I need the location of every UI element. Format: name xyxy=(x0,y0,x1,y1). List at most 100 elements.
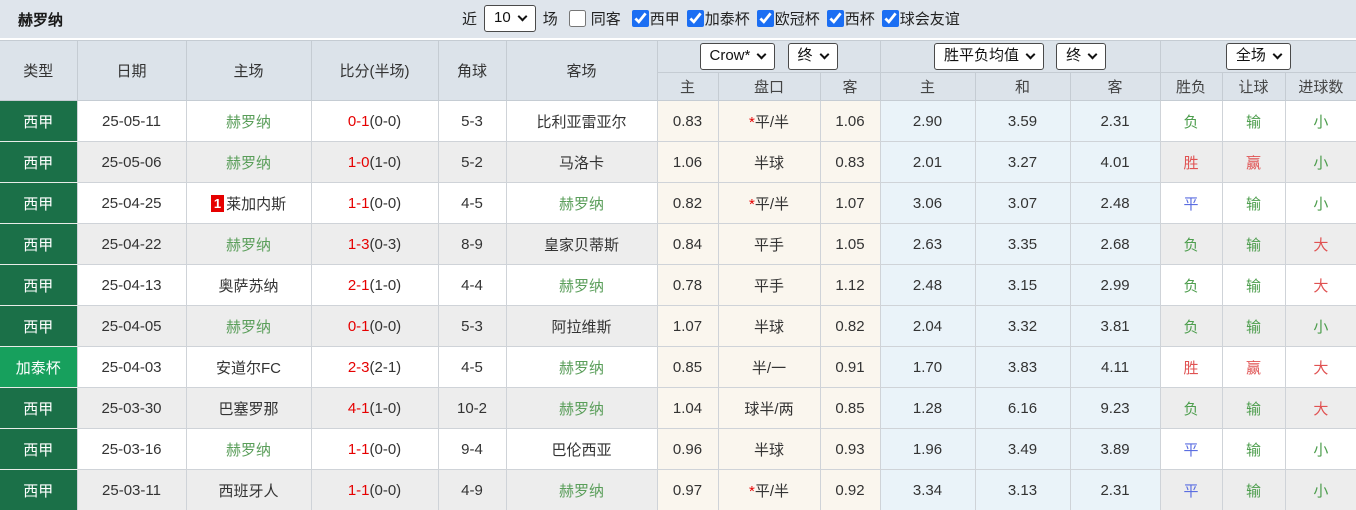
filter-checkbox-copa[interactable] xyxy=(826,9,844,27)
odds-home-cell: 0.85 xyxy=(656,346,719,388)
filter-checkbox-ucl[interactable] xyxy=(756,9,774,27)
handicap-cell: *平/半 xyxy=(717,182,821,224)
corner-cell: 8-9 xyxy=(437,223,507,265)
date-cell: 25-04-25 xyxy=(76,182,187,224)
handicap-text: 球半/两 xyxy=(744,400,794,418)
same-venue-checkbox[interactable] xyxy=(568,9,586,27)
corner-cell: 4-4 xyxy=(437,264,507,306)
goals-cell: 小 xyxy=(1284,428,1356,470)
away-team-cell: 赫罗纳 xyxy=(505,182,658,224)
filter-controls: 近 10 场 同客 西甲 加泰杯 欧冠杯 西杯 球会友谊 xyxy=(458,0,960,36)
handicap-text: 平手 xyxy=(753,277,784,295)
odds-away-cell: 1.06 xyxy=(819,100,881,142)
away-team-cell: 皇家贝蒂斯 xyxy=(505,223,658,265)
avg-draw-cell: 3.49 xyxy=(974,428,1071,470)
halftime-score: (0-0) xyxy=(369,440,402,458)
away-team-link[interactable]: 马洛卡 xyxy=(559,155,604,172)
away-team-link[interactable]: 比利亚雷亚尔 xyxy=(536,114,626,131)
handicap-cell: 半/一 xyxy=(717,346,821,388)
home-team-link[interactable]: 赫罗纳 xyxy=(226,237,271,254)
date-cell: 25-03-11 xyxy=(76,469,187,510)
page-title: 赫罗纳 xyxy=(18,11,64,29)
away-team-cell: 赫罗纳 xyxy=(505,387,658,429)
handicap-cell: 球半/两 xyxy=(717,387,821,429)
avg-home-cell: 1.28 xyxy=(879,387,976,429)
league-type-cell: 西甲 xyxy=(0,223,78,265)
table-row: 西甲 25-05-06 赫罗纳 1-0(1-0) 5-2 马洛卡 1.06 半球… xyxy=(0,141,1356,183)
filter-checkbox-catalan-cup[interactable] xyxy=(686,9,704,27)
avg-away-cell: 2.99 xyxy=(1069,264,1161,306)
away-team-link[interactable]: 巴伦西亚 xyxy=(551,442,611,459)
col-header-score: 比分(半场) xyxy=(310,40,439,101)
home-team-link[interactable]: 莱加内斯 xyxy=(226,196,286,213)
away-team-cell: 巴伦西亚 xyxy=(505,428,658,470)
away-team-link[interactable]: 赫罗纳 xyxy=(559,483,604,500)
handicap-text: 平/半 xyxy=(754,195,789,213)
avg-home-cell: 2.04 xyxy=(879,305,976,347)
odds-away-cell: 0.93 xyxy=(819,428,881,470)
fulltime-score: 0-1 xyxy=(347,317,370,335)
score-cell: 2-1(1-0) xyxy=(310,264,439,306)
handicap-result-cell: 输 xyxy=(1221,305,1286,347)
home-team-link[interactable]: 巴塞罗那 xyxy=(218,401,278,418)
sub-header-avg-home: 主 xyxy=(879,72,976,101)
away-team-link[interactable]: 赫罗纳 xyxy=(559,278,604,295)
score-cell: 0-1(0-0) xyxy=(310,100,439,142)
away-team-link[interactable]: 赫罗纳 xyxy=(559,401,604,418)
halftime-score: (1-0) xyxy=(369,399,402,417)
avg-draw-cell: 3.83 xyxy=(974,346,1071,388)
avg-away-cell: 9.23 xyxy=(1069,387,1161,429)
goals-cell: 大 xyxy=(1284,223,1356,265)
odds-stage-select[interactable]: 终 xyxy=(787,43,838,70)
corner-cell: 10-2 xyxy=(437,387,507,429)
handicap-text: 平/半 xyxy=(754,113,789,131)
avg-company-select[interactable]: 胜平负均值 xyxy=(933,43,1044,70)
table-row: 西甲 25-03-30 巴塞罗那 4-1(1-0) 10-2 赫罗纳 1.04 … xyxy=(0,387,1356,429)
fulltime-score: 1-1 xyxy=(347,194,370,212)
home-team-link[interactable]: 安道尔FC xyxy=(216,360,281,377)
odds-home-cell: 1.04 xyxy=(656,387,719,429)
handicap-cell: 半球 xyxy=(717,305,821,347)
chevron-down-icon xyxy=(819,49,829,60)
handicap-text: 平手 xyxy=(753,236,784,254)
home-team-cell: 赫罗纳 xyxy=(185,428,312,470)
date-cell: 25-05-06 xyxy=(76,141,187,183)
date-cell: 25-05-11 xyxy=(76,100,187,142)
league-type-cell: 西甲 xyxy=(0,387,78,429)
sub-header-goals: 进球数 xyxy=(1284,72,1356,101)
handicap-result-cell: 赢 xyxy=(1221,346,1286,388)
handicap-result-cell: 赢 xyxy=(1221,141,1286,183)
odds-home-cell: 0.84 xyxy=(656,223,719,265)
league-type-cell: 西甲 xyxy=(0,100,78,142)
home-team-link[interactable]: 西班牙人 xyxy=(218,483,278,500)
home-team-link[interactable]: 赫罗纳 xyxy=(226,442,271,459)
avg-draw-cell: 3.32 xyxy=(974,305,1071,347)
avg-stage-select[interactable]: 终 xyxy=(1056,43,1107,70)
away-team-link[interactable]: 阿拉维斯 xyxy=(551,319,611,336)
away-team-link[interactable]: 赫罗纳 xyxy=(559,360,604,377)
sub-header-avg-draw: 和 xyxy=(974,72,1071,101)
filter-checkbox-laliga[interactable] xyxy=(631,9,649,27)
away-team-link[interactable]: 赫罗纳 xyxy=(559,196,604,213)
avg-draw-cell: 3.59 xyxy=(974,100,1071,142)
odds-away-cell: 1.07 xyxy=(819,182,881,224)
sub-header-odds-home: 主 xyxy=(657,72,719,101)
home-team-link[interactable]: 赫罗纳 xyxy=(226,319,271,336)
halftime-score: (0-0) xyxy=(369,112,402,130)
home-team-link[interactable]: 赫罗纳 xyxy=(226,114,271,131)
col-header-away: 客场 xyxy=(505,40,658,101)
home-team-link[interactable]: 赫罗纳 xyxy=(226,155,271,172)
odds-home-cell: 1.07 xyxy=(656,305,719,347)
odds-company-select[interactable]: Crow* xyxy=(699,43,776,70)
recent-count-select[interactable]: 10 xyxy=(484,4,536,32)
away-team-link[interactable]: 皇家贝蒂斯 xyxy=(544,237,619,254)
home-team-link[interactable]: 奥萨苏纳 xyxy=(218,278,278,295)
filter-checkbox-friendly[interactable] xyxy=(881,9,899,27)
odds-home-cell: 0.97 xyxy=(656,469,719,510)
date-cell: 25-04-05 xyxy=(76,305,187,347)
handicap-cell: 平手 xyxy=(717,223,821,265)
odds-away-cell: 0.91 xyxy=(819,346,881,388)
table-row: 西甲 25-04-13 奥萨苏纳 2-1(1-0) 4-4 赫罗纳 0.78 平… xyxy=(0,264,1356,306)
filter-label-laliga: 西甲 xyxy=(649,10,680,28)
scope-select[interactable]: 全场 xyxy=(1225,43,1291,70)
